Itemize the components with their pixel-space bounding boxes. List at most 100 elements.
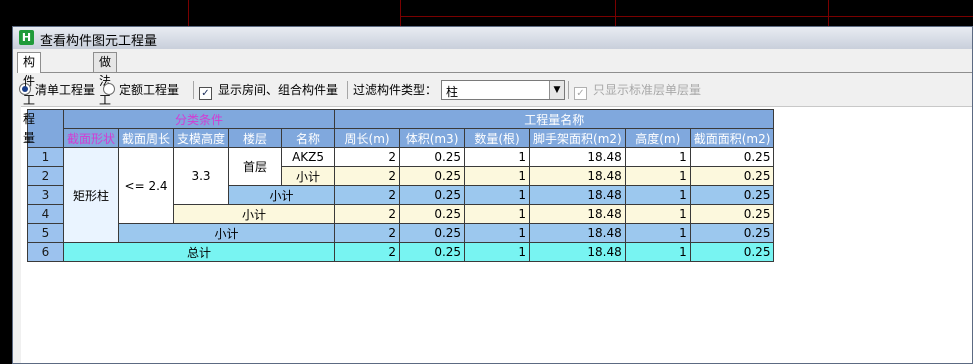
background-line bbox=[828, 0, 829, 26]
quantity-names-group-header: 工程量名称 bbox=[334, 109, 775, 129]
toolbar: 清单工程量 定额工程量 ✓ 显示房间、组合构件量 过滤构件类型： 柱 ▼ ✓ 只显示… bbox=[19, 80, 972, 100]
value-cell[interactable]: 0.25 bbox=[689, 242, 775, 262]
value-cell[interactable]: 18.48 bbox=[529, 204, 626, 224]
column-header[interactable]: 数量(根) bbox=[464, 128, 531, 148]
value-cell[interactable]: 1 bbox=[624, 242, 691, 262]
component-type-value: 柱 bbox=[446, 85, 459, 99]
column-header[interactable]: 支模高度 bbox=[173, 128, 230, 148]
quantity-table: 分类条件 工程量名称 截面形状 截面周长 支模高度 楼层 名称 周长(m) 体积… bbox=[27, 109, 775, 262]
table-row[interactable]: 1 矩形柱 <= 2.4 3.3 首层 AKZ5 2 0.25 1 18.48 … bbox=[27, 147, 775, 243]
value-cell[interactable]: 1 bbox=[464, 204, 531, 224]
tab-method-quantity[interactable]: 做法工程量 bbox=[93, 52, 118, 145]
toolbar-separator bbox=[568, 81, 569, 99]
background-line bbox=[400, 16, 973, 17]
quantity-grid-area: 分类条件 工程量名称 截面形状 截面周长 支模高度 楼层 名称 周长(m) 体积… bbox=[21, 106, 972, 363]
tab-component-quantity[interactable]: 构件工程量 bbox=[17, 52, 42, 145]
row-number[interactable]: 5 bbox=[27, 223, 64, 243]
value-cell[interactable]: 1 bbox=[464, 223, 531, 243]
checkbox-checked-icon[interactable]: ✓ bbox=[199, 87, 212, 100]
value-cell[interactable]: 1 bbox=[624, 166, 691, 186]
value-cell[interactable]: 0.25 bbox=[399, 242, 466, 262]
column-header[interactable]: 高度(m) bbox=[624, 128, 691, 148]
row-number[interactable]: 3 bbox=[27, 185, 64, 205]
row-number[interactable]: 1 bbox=[27, 147, 64, 167]
value-cell[interactable]: 0.25 bbox=[399, 204, 466, 224]
value-cell[interactable]: 0.25 bbox=[689, 223, 775, 243]
filter-label: 过滤构件类型： bbox=[353, 83, 438, 97]
radio-quota-quantity[interactable]: 定额工程量 bbox=[103, 80, 179, 100]
value-cell[interactable]: 2 bbox=[334, 223, 401, 243]
shape-cell[interactable]: 矩形柱 bbox=[62, 147, 120, 243]
column-header[interactable]: 截面面积(m2) bbox=[689, 128, 775, 148]
value-cell[interactable]: 0.25 bbox=[399, 147, 466, 167]
total-label[interactable]: 总计 bbox=[62, 242, 336, 262]
value-cell[interactable]: 2 bbox=[334, 147, 401, 167]
subtotal-label[interactable]: 小计 bbox=[173, 204, 336, 224]
title-bar[interactable]: H 查看构件图元工程量 bbox=[13, 27, 972, 50]
column-header[interactable]: 楼层 bbox=[228, 128, 283, 148]
value-cell[interactable]: 1 bbox=[624, 185, 691, 205]
value-cell[interactable]: 2 bbox=[334, 242, 401, 262]
column-header[interactable]: 名称 bbox=[281, 128, 336, 148]
window-title: 查看构件图元工程量 bbox=[40, 34, 158, 49]
value-cell[interactable]: 0.25 bbox=[689, 185, 775, 205]
radio-unselected-icon[interactable] bbox=[103, 83, 115, 95]
chevron-down-icon[interactable]: ▼ bbox=[549, 81, 564, 99]
floor-cell[interactable]: 首层 bbox=[228, 147, 283, 186]
radio-quota-quantity-label: 定额工程量 bbox=[119, 83, 180, 97]
background-line bbox=[400, 0, 401, 26]
value-cell[interactable]: 1 bbox=[464, 185, 531, 205]
column-header[interactable]: 截面周长 bbox=[118, 128, 175, 148]
table-row[interactable]: 5 小计 2 0.25 1 18.48 1 0.25 bbox=[27, 223, 775, 243]
perimeter-cell[interactable]: <= 2.4 bbox=[118, 147, 175, 224]
column-header[interactable]: 体积(m3) bbox=[399, 128, 466, 148]
column-header[interactable]: 脚手架面积(m2) bbox=[529, 128, 626, 148]
value-cell[interactable]: 18.48 bbox=[529, 242, 626, 262]
value-cell[interactable]: 1 bbox=[464, 166, 531, 186]
value-cell[interactable]: 1 bbox=[464, 242, 531, 262]
classify-group-header: 分类条件 bbox=[62, 109, 336, 129]
value-cell[interactable]: 1 bbox=[624, 223, 691, 243]
subtotal-label[interactable]: 小计 bbox=[281, 166, 336, 186]
standard-floor-checkbox[interactable]: ✓ 只显示标准层单层量 bbox=[574, 80, 701, 100]
value-cell[interactable]: 18.48 bbox=[529, 166, 626, 186]
value-cell[interactable]: 0.25 bbox=[689, 147, 775, 167]
table-row[interactable]: 6 总计 2 0.25 1 18.48 1 0.25 bbox=[27, 242, 775, 262]
value-cell[interactable]: 0.25 bbox=[399, 223, 466, 243]
value-cell[interactable]: 0.25 bbox=[399, 166, 466, 186]
app-icon: H bbox=[19, 30, 34, 45]
value-cell[interactable]: 18.48 bbox=[529, 185, 626, 205]
value-cell[interactable]: 2 bbox=[334, 204, 401, 224]
column-header[interactable]: 周长(m) bbox=[334, 128, 401, 148]
show-room-checkbox[interactable]: ✓ 显示房间、组合构件量 bbox=[199, 80, 338, 100]
row-number[interactable]: 4 bbox=[27, 204, 64, 224]
row-number[interactable]: 6 bbox=[27, 242, 64, 262]
value-cell[interactable]: 18.48 bbox=[529, 147, 626, 167]
value-cell[interactable]: 1 bbox=[624, 147, 691, 167]
value-cell[interactable]: 2 bbox=[334, 185, 401, 205]
mold-height-cell[interactable]: 3.3 bbox=[173, 147, 230, 205]
row-number[interactable]: 2 bbox=[27, 166, 64, 186]
background-line bbox=[615, 0, 616, 26]
value-cell[interactable]: 0.25 bbox=[689, 204, 775, 224]
dialog-client: 构件工程量 做法工程量 清单工程量 定额工程量 ✓ 显示房间、组合构件量 过滤构件… bbox=[13, 49, 972, 363]
tab-divider bbox=[17, 72, 972, 73]
column-header[interactable]: 截面形状 bbox=[62, 128, 120, 148]
name-cell[interactable]: AKZ5 bbox=[281, 147, 336, 167]
value-cell[interactable]: 1 bbox=[624, 204, 691, 224]
show-room-label: 显示房间、组合构件量 bbox=[218, 83, 339, 97]
standard-floor-label: 只显示标准层单层量 bbox=[593, 83, 702, 97]
quantity-dialog: H 查看构件图元工程量 构件工程量 做法工程量 清单工程量 定额工程量 ✓ 显示房… bbox=[12, 26, 973, 364]
value-cell[interactable]: 0.25 bbox=[689, 166, 775, 186]
checkbox-disabled-icon[interactable]: ✓ bbox=[574, 87, 587, 100]
subtotal-label[interactable]: 小计 bbox=[228, 185, 336, 205]
radio-list-quantity-label: 清单工程量 bbox=[35, 83, 96, 97]
value-cell[interactable]: 18.48 bbox=[529, 223, 626, 243]
value-cell[interactable]: 1 bbox=[464, 147, 531, 167]
background-line bbox=[188, 0, 189, 26]
subtotal-label[interactable]: 小计 bbox=[118, 223, 336, 243]
toolbar-separator bbox=[193, 81, 194, 99]
component-type-select[interactable]: 柱 ▼ bbox=[441, 80, 565, 100]
value-cell[interactable]: 0.25 bbox=[399, 185, 466, 205]
value-cell[interactable]: 2 bbox=[334, 166, 401, 186]
